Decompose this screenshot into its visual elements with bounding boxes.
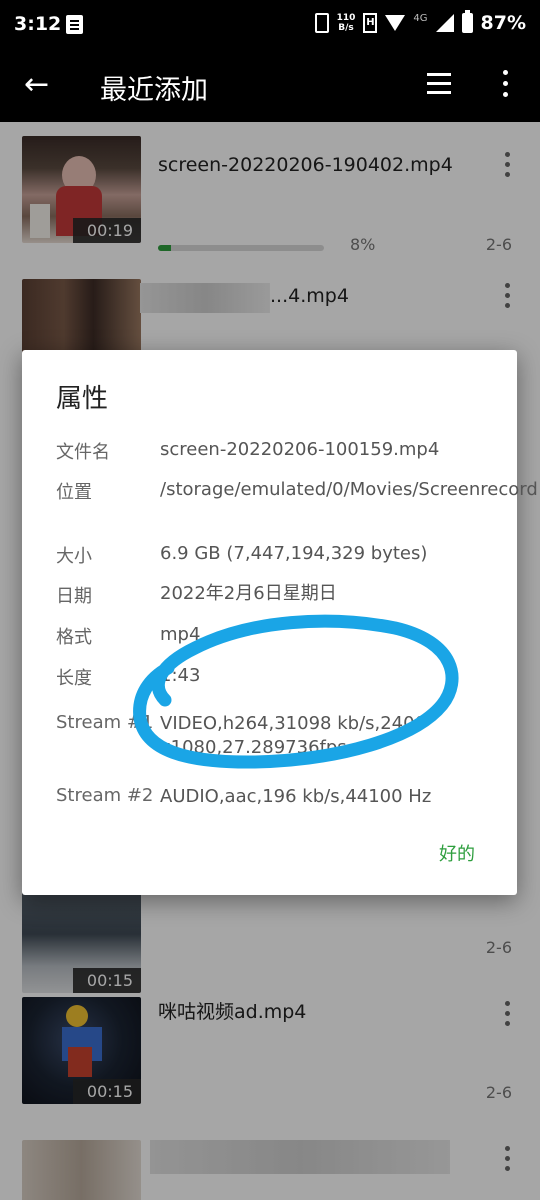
notification-note-icon [66,15,83,34]
property-value-filename: screen-20220206-100159.mp4 [160,439,440,460]
ok-button[interactable]: 好的 [439,840,475,866]
status-icons: 110 B/s H 4G 87% [314,10,526,34]
property-label-date: 日期 [56,586,92,607]
property-label-size: 大小 [56,546,92,567]
vibrate-icon [314,13,329,33]
property-label-length: 长度 [56,668,92,689]
status-time: 3:12 [14,13,62,35]
net-speed: 110 B/s [337,13,356,33]
property-value-length: 1:43 [160,665,201,686]
battery-icon [461,10,473,33]
property-label-format: 格式 [56,627,92,648]
property-value-location: /storage/emulated/0/Movies/Screenrecord [160,479,538,500]
list-view-icon[interactable] [427,71,451,97]
property-label-stream-2: Stream #2 [56,785,154,806]
property-label-stream-1: Stream #1 [56,712,154,733]
net-speed-unit: B/s [338,23,354,33]
property-label-filename: 文件名 [56,442,110,463]
hd-icon: H [363,13,378,33]
property-value-stream-1: VIDEO,h264,31098 kb/s,2400x1080,27.28973… [160,713,427,758]
property-value-stream-2: AUDIO,aac,196 kb/s,44100 Hz [160,786,432,807]
properties-dialog: 属性 文件名 screen-20220206-100159.mp4 位置 /st… [22,350,538,895]
property-label-location: 位置 [56,482,92,503]
property-value-size: 6.9 GB (7,447,194,329 bytes) [160,543,428,564]
app-bar: ← 最近添加 [0,50,540,122]
property-value-date: 2022年2月6日星期日 [160,583,337,604]
back-arrow-icon[interactable]: ← [24,70,56,102]
dialog-title: 属性 [56,384,109,414]
network-type: 4G [413,13,428,24]
battery-level: 87% [480,12,526,34]
page-title: 最近添加 [100,75,208,106]
property-value-format: mp4 [160,624,201,645]
more-options-icon[interactable] [496,68,516,100]
wifi-icon [385,15,406,31]
net-speed-value: 110 [336,13,356,23]
status-bar: 3:12 110 B/s H 4G 87% [0,0,540,50]
signal-icon [435,14,454,32]
